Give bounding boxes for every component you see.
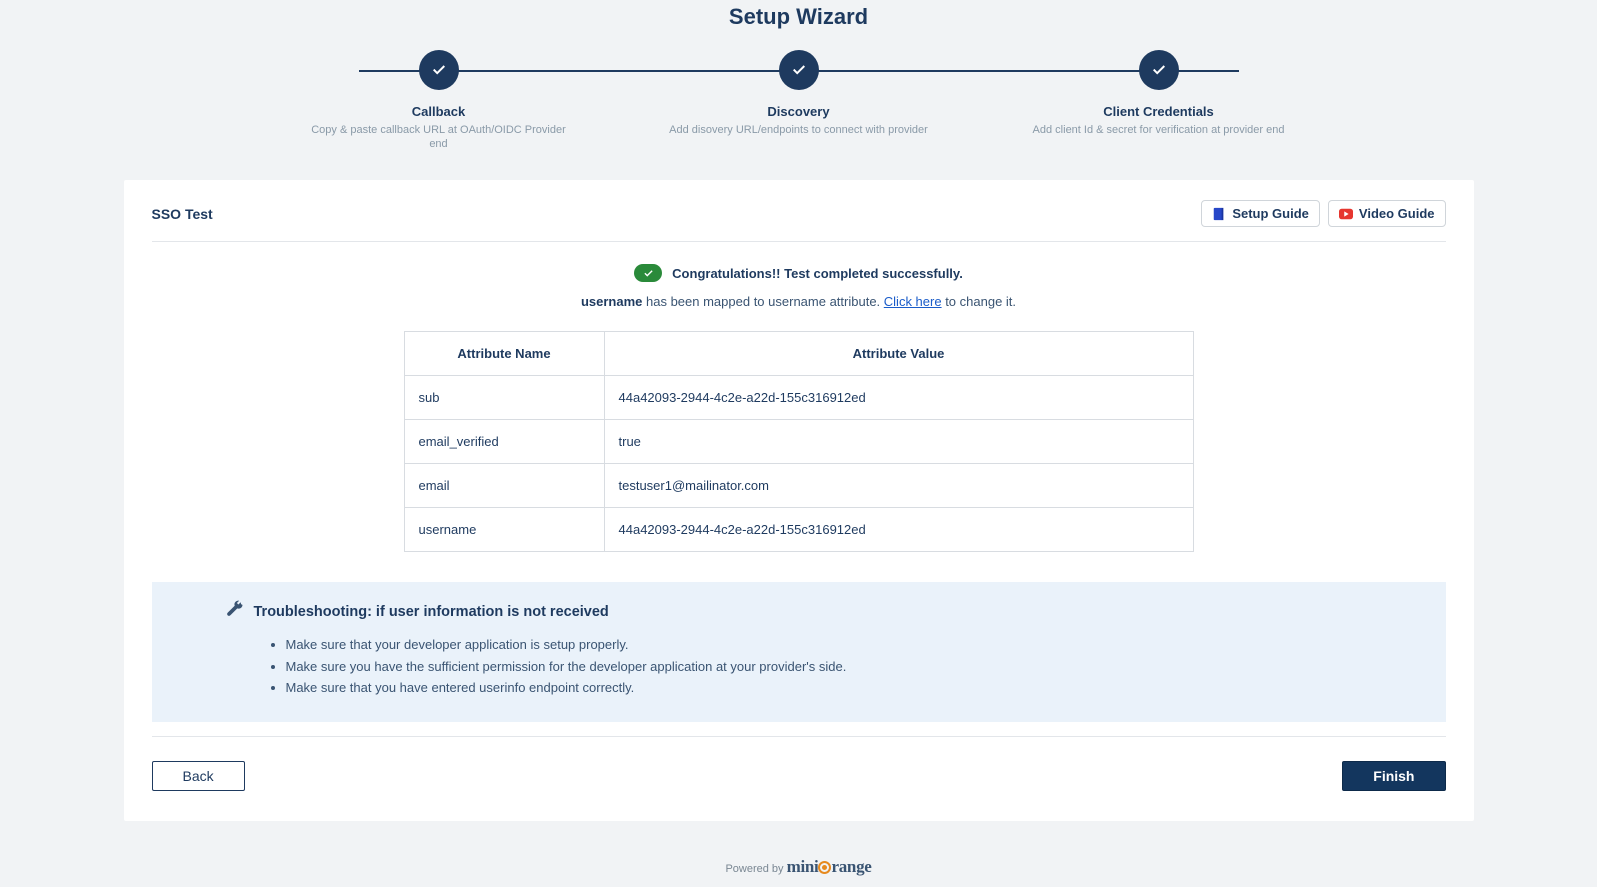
col-attr-name: Attribute Name [404, 332, 604, 376]
cell-name: email [404, 464, 604, 508]
wrench-icon [226, 600, 244, 623]
troubleshoot-title: Troubleshooting: if user information is … [254, 604, 609, 620]
table-row: email testuser1@mailinator.com [404, 464, 1193, 508]
cell-value: testuser1@mailinator.com [604, 464, 1193, 508]
cell-value: true [604, 420, 1193, 464]
setup-guide-button[interactable]: Setup Guide [1201, 200, 1320, 227]
troubleshoot-item: Make sure you have the sufficient permis… [286, 657, 1422, 677]
attributes-table: Attribute Name Attribute Value sub 44a42… [404, 331, 1194, 552]
mapping-middle: has been mapped to username attribute. [642, 294, 883, 309]
brand-o-icon [818, 861, 831, 874]
troubleshoot-item: Make sure that you have entered userinfo… [286, 678, 1422, 698]
check-icon [779, 50, 819, 90]
table-row: email_verified true [404, 420, 1193, 464]
sso-test-panel: SSO Test Setup Guide Video Guide Congrat… [124, 180, 1474, 821]
cell-value: 44a42093-2944-4c2e-a22d-155c316912ed [604, 508, 1193, 552]
step-desc: Add disovery URL/endpoints to connect wi… [669, 123, 928, 137]
divider [152, 736, 1446, 737]
step-title: Client Credentials [1103, 104, 1214, 119]
mapping-bold: username [581, 294, 642, 309]
step-callback: Callback Copy & paste callback URL at OA… [299, 50, 579, 152]
back-button[interactable]: Back [152, 761, 245, 791]
step-title: Callback [412, 104, 465, 119]
step-discovery: Discovery Add disovery URL/endpoints to … [659, 50, 939, 152]
step-title: Discovery [767, 104, 829, 119]
troubleshoot-item: Make sure that your developer applicatio… [286, 635, 1422, 655]
success-banner: Congratulations!! Test completed success… [152, 264, 1446, 282]
brand-logo: minirange [787, 857, 872, 876]
cell-name: email_verified [404, 420, 604, 464]
wizard-title: Setup Wizard [0, 0, 1597, 50]
cell-name: username [404, 508, 604, 552]
powered-prefix: Powered by [725, 863, 786, 875]
powered-by: Powered by minirange [0, 821, 1597, 887]
video-guide-label: Video Guide [1359, 206, 1435, 221]
mapping-text: username has been mapped to username att… [152, 294, 1446, 309]
success-text: Congratulations!! Test completed success… [672, 266, 963, 281]
panel-title: SSO Test [152, 206, 213, 222]
video-guide-button[interactable]: Video Guide [1328, 200, 1446, 227]
table-row: sub 44a42093-2944-4c2e-a22d-155c316912ed [404, 376, 1193, 420]
youtube-icon [1339, 207, 1353, 221]
mapping-change-link[interactable]: Click here [884, 294, 942, 309]
mapping-suffix: to change it. [942, 294, 1016, 309]
setup-guide-label: Setup Guide [1232, 206, 1309, 221]
finish-button[interactable]: Finish [1342, 761, 1445, 791]
step-desc: Add client Id & secret for verification … [1033, 123, 1285, 137]
success-check-icon [634, 264, 662, 282]
stepper: Callback Copy & paste callback URL at OA… [299, 50, 1299, 150]
step-desc: Copy & paste callback URL at OAuth/OIDC … [309, 123, 569, 152]
check-icon [419, 50, 459, 90]
check-icon [1139, 50, 1179, 90]
table-row: username 44a42093-2944-4c2e-a22d-155c316… [404, 508, 1193, 552]
cell-value: 44a42093-2944-4c2e-a22d-155c316912ed [604, 376, 1193, 420]
book-icon [1212, 207, 1226, 221]
cell-name: sub [404, 376, 604, 420]
step-credentials: Client Credentials Add client Id & secre… [1019, 50, 1299, 152]
panel-header: SSO Test Setup Guide Video Guide [152, 200, 1446, 242]
troubleshoot-box: Troubleshooting: if user information is … [152, 582, 1446, 722]
col-attr-value: Attribute Value [604, 332, 1193, 376]
